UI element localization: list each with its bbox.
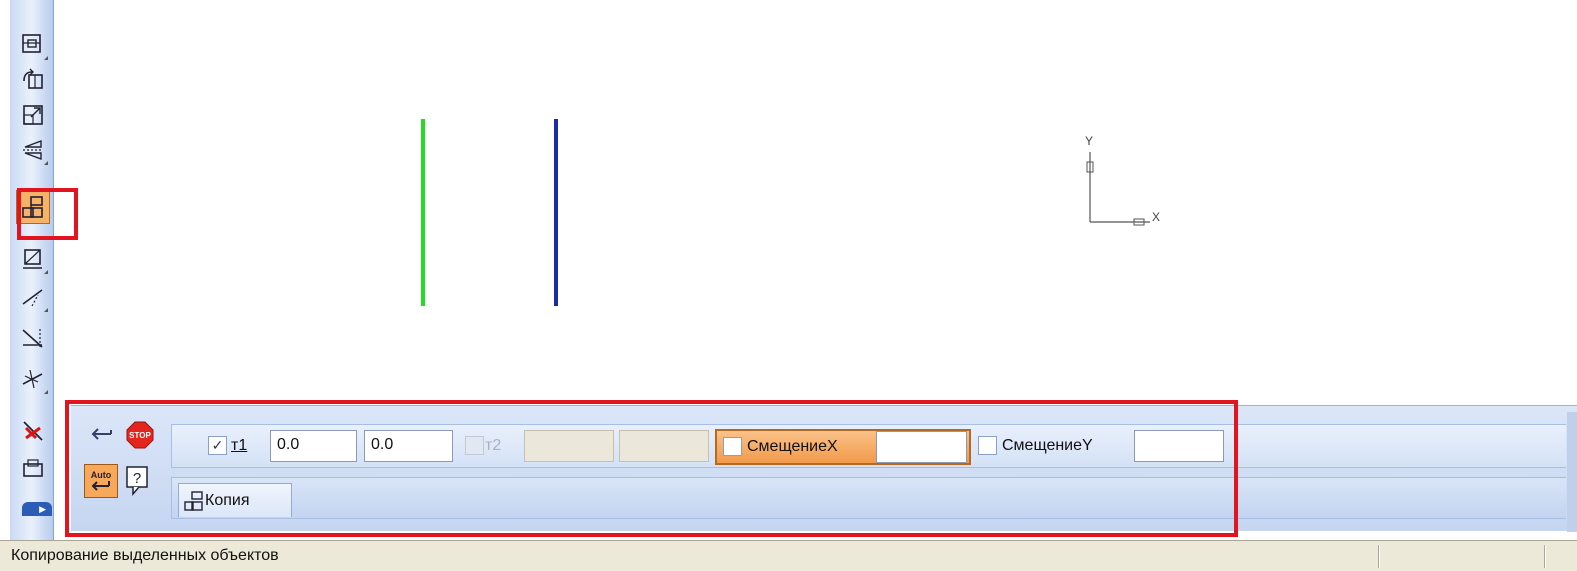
- copy-tool-highlight: [17, 188, 78, 240]
- coordinate-axes: Y X: [1078, 130, 1178, 230]
- break-icon[interactable]: [16, 362, 50, 396]
- rectangle-copy-icon[interactable]: [16, 452, 50, 486]
- symmetry-icon[interactable]: [16, 133, 50, 167]
- blue-segment[interactable]: [554, 119, 558, 306]
- green-segment[interactable]: [421, 119, 425, 306]
- y-axis-label: Y: [1085, 134, 1094, 148]
- property-panel-highlight: [65, 400, 1238, 537]
- trim-two-points-icon[interactable]: [16, 321, 50, 355]
- deform-icon[interactable]: [16, 242, 50, 276]
- toolbar-expand-grip[interactable]: ▶: [22, 502, 52, 516]
- panel-right-edge: [1567, 412, 1577, 532]
- select-window-icon[interactable]: [16, 28, 50, 62]
- rotate-icon[interactable]: [16, 63, 50, 97]
- status-text: Копирование выделенных объектов: [11, 547, 279, 564]
- status-separator: [1544, 545, 1546, 568]
- edit-toolbar: ▶: [6, 0, 78, 540]
- x-axis-label: X: [1152, 210, 1161, 224]
- status-bar: Копирование выделенных объектов: [0, 540, 1577, 571]
- scale-icon[interactable]: [16, 98, 50, 132]
- delete-icon[interactable]: [16, 414, 50, 448]
- trim-icon[interactable]: [16, 280, 50, 314]
- app-window: ▶ Y X STOP Auto ? ✓ т1 0.0 0.0 т2 Смещен…: [0, 0, 1577, 571]
- status-separator: [1378, 545, 1380, 568]
